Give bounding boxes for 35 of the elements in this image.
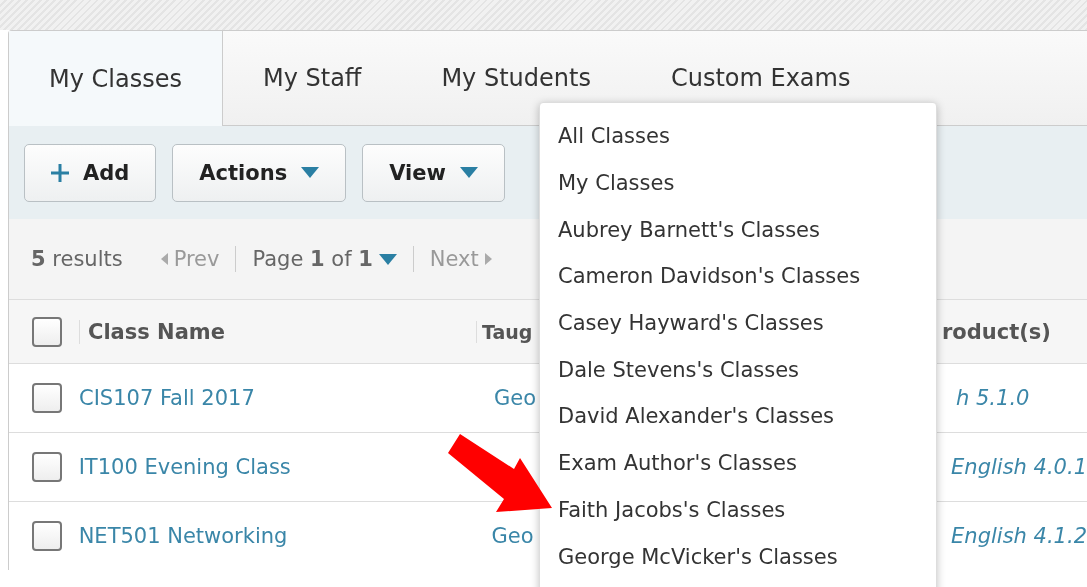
add-button[interactable]: Add <box>24 143 157 202</box>
caret-icon <box>459 167 478 178</box>
class-link[interactable]: NET501 Networking <box>78 524 288 548</box>
column-header[interactable]: roduct(s) <box>942 319 1051 344</box>
plus-icon <box>51 163 69 182</box>
class-link[interactable]: IT100 Evening Class <box>78 455 291 479</box>
row-checkbox[interactable] <box>31 452 62 482</box>
menu-item[interactable]: Faith Jacobs's Classes <box>540 486 936 534</box>
product-link[interactable]: h 5.1.0 <box>956 386 1030 410</box>
teacher-link[interactable]: Geo <box>491 524 534 548</box>
menu-item[interactable]: Dale Stevens's Classes <box>540 346 936 394</box>
caret-icon <box>301 167 320 178</box>
menu-item[interactable]: My Classes <box>540 159 936 207</box>
tab[interactable]: My Staff <box>222 31 402 125</box>
column-header[interactable]: Class Name <box>79 319 476 344</box>
menu-button[interactable]: View <box>362 143 505 202</box>
product-link[interactable]: English 4.0.1 <box>951 455 1087 479</box>
select-all-checkbox[interactable] <box>32 316 62 347</box>
menu-button[interactable]: Actions <box>172 143 347 202</box>
results-count: 5 results <box>31 247 123 271</box>
page-selector[interactable]: Page 1 of 1 <box>252 247 397 271</box>
menu-item[interactable]: David Alexander's Classes <box>540 393 936 440</box>
menu-item[interactable]: Cameron Davidson's Classes <box>540 253 936 300</box>
caret-icon <box>378 253 397 265</box>
row-checkbox[interactable] <box>31 521 62 551</box>
class-link[interactable]: CIS107 Fall 2017 <box>79 386 255 410</box>
left-triangle-icon <box>160 253 168 265</box>
menu-item[interactable]: Aubrey Barnett's Classes <box>540 206 936 254</box>
tab[interactable]: My Classes <box>9 31 223 126</box>
product-link[interactable]: English 4.1.2 <box>951 524 1087 548</box>
right-triangle-icon <box>484 253 492 265</box>
menu-item[interactable]: George McVicker's Classes <box>540 533 936 580</box>
teacher-link[interactable]: Geo <box>494 386 537 410</box>
menu-item[interactable]: Exam Author's Classes <box>540 439 936 487</box>
row-checkbox[interactable] <box>32 383 62 413</box>
